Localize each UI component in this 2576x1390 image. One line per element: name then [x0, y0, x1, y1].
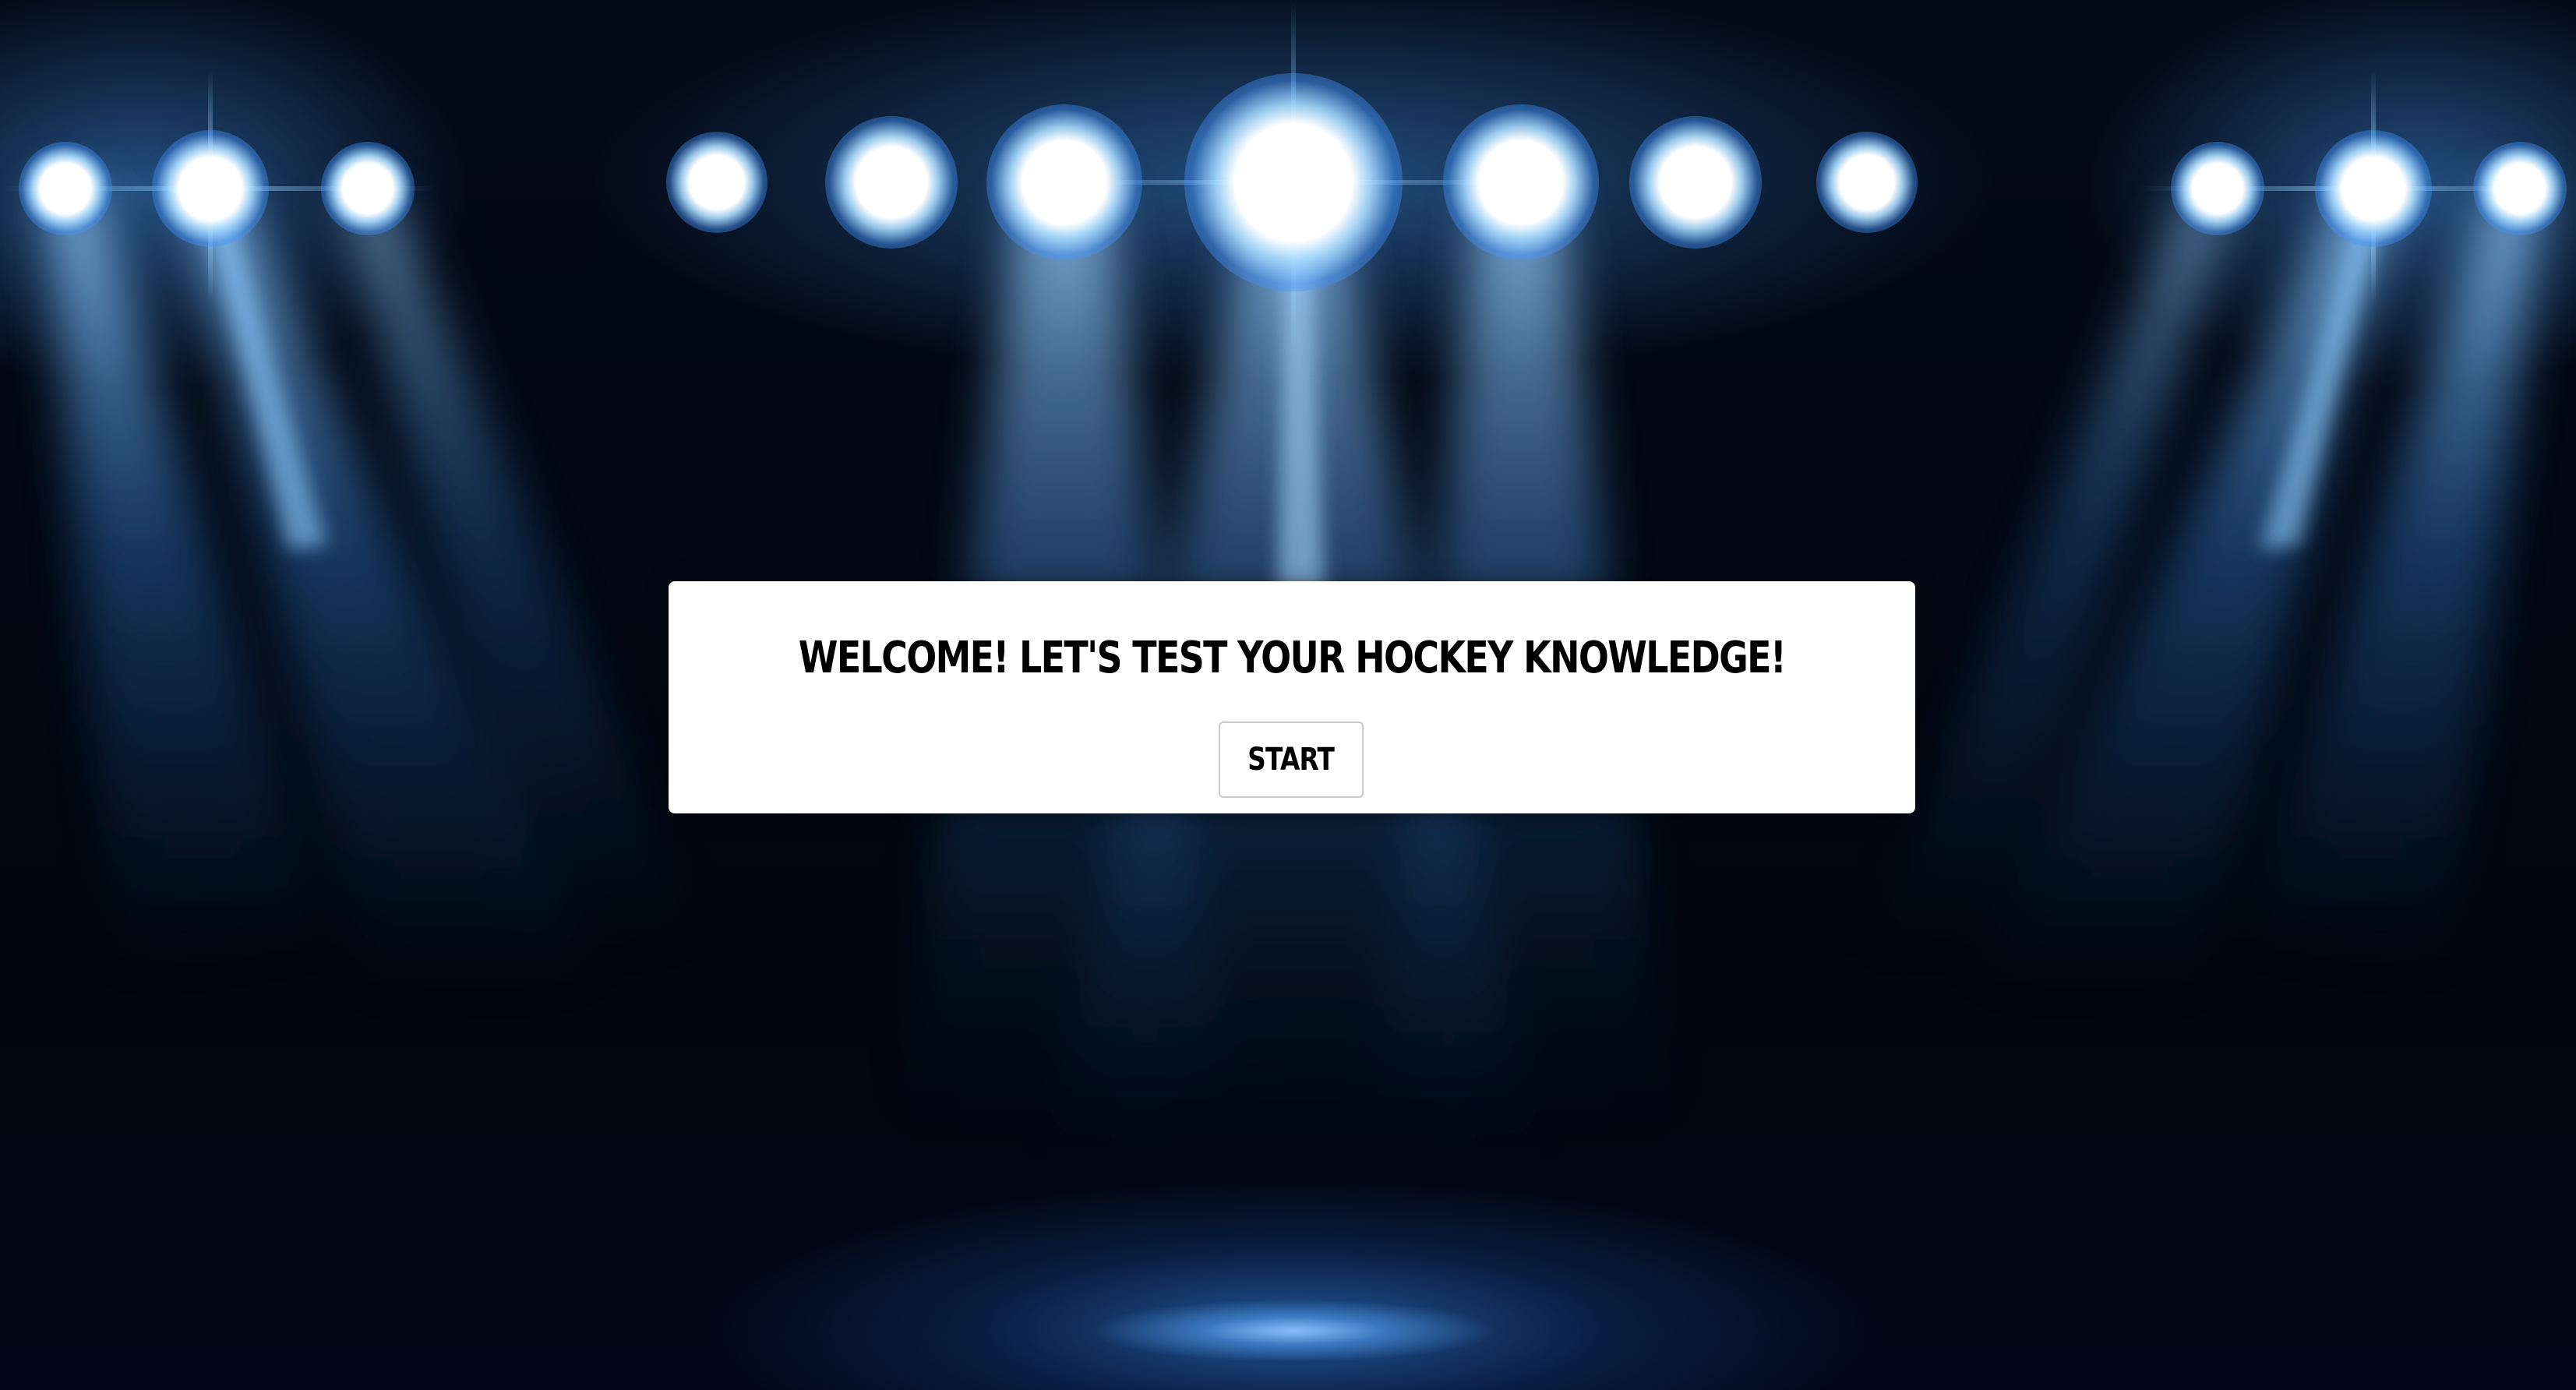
spotlight-icon — [666, 132, 768, 233]
spotlight-icon — [321, 142, 415, 235]
spotlight-icon — [825, 116, 958, 249]
spotlight-icon — [1443, 104, 1599, 260]
spotlight-icon — [1816, 132, 1918, 233]
spotlight-icon — [152, 130, 269, 247]
welcome-card: Welcome! Let's Test Your Hockey Knowledg… — [669, 581, 1915, 813]
spotlight-icon — [19, 142, 112, 235]
spotlight-icon — [2315, 130, 2432, 247]
spotlight-icon — [1184, 73, 1403, 291]
spotlight-icon — [986, 104, 1142, 260]
spotlight-icon — [2171, 142, 2264, 235]
welcome-title: Welcome! Let's Test Your Hockey Knowledg… — [798, 633, 1787, 683]
spotlight-icon — [1629, 116, 1762, 249]
spotlight-icon — [2473, 142, 2567, 235]
start-button[interactable]: Start — [1219, 721, 1364, 798]
quiz-start-screen: Welcome! Let's Test Your Hockey Knowledg… — [0, 0, 2576, 1390]
start-button-label: Start — [1247, 742, 1336, 778]
